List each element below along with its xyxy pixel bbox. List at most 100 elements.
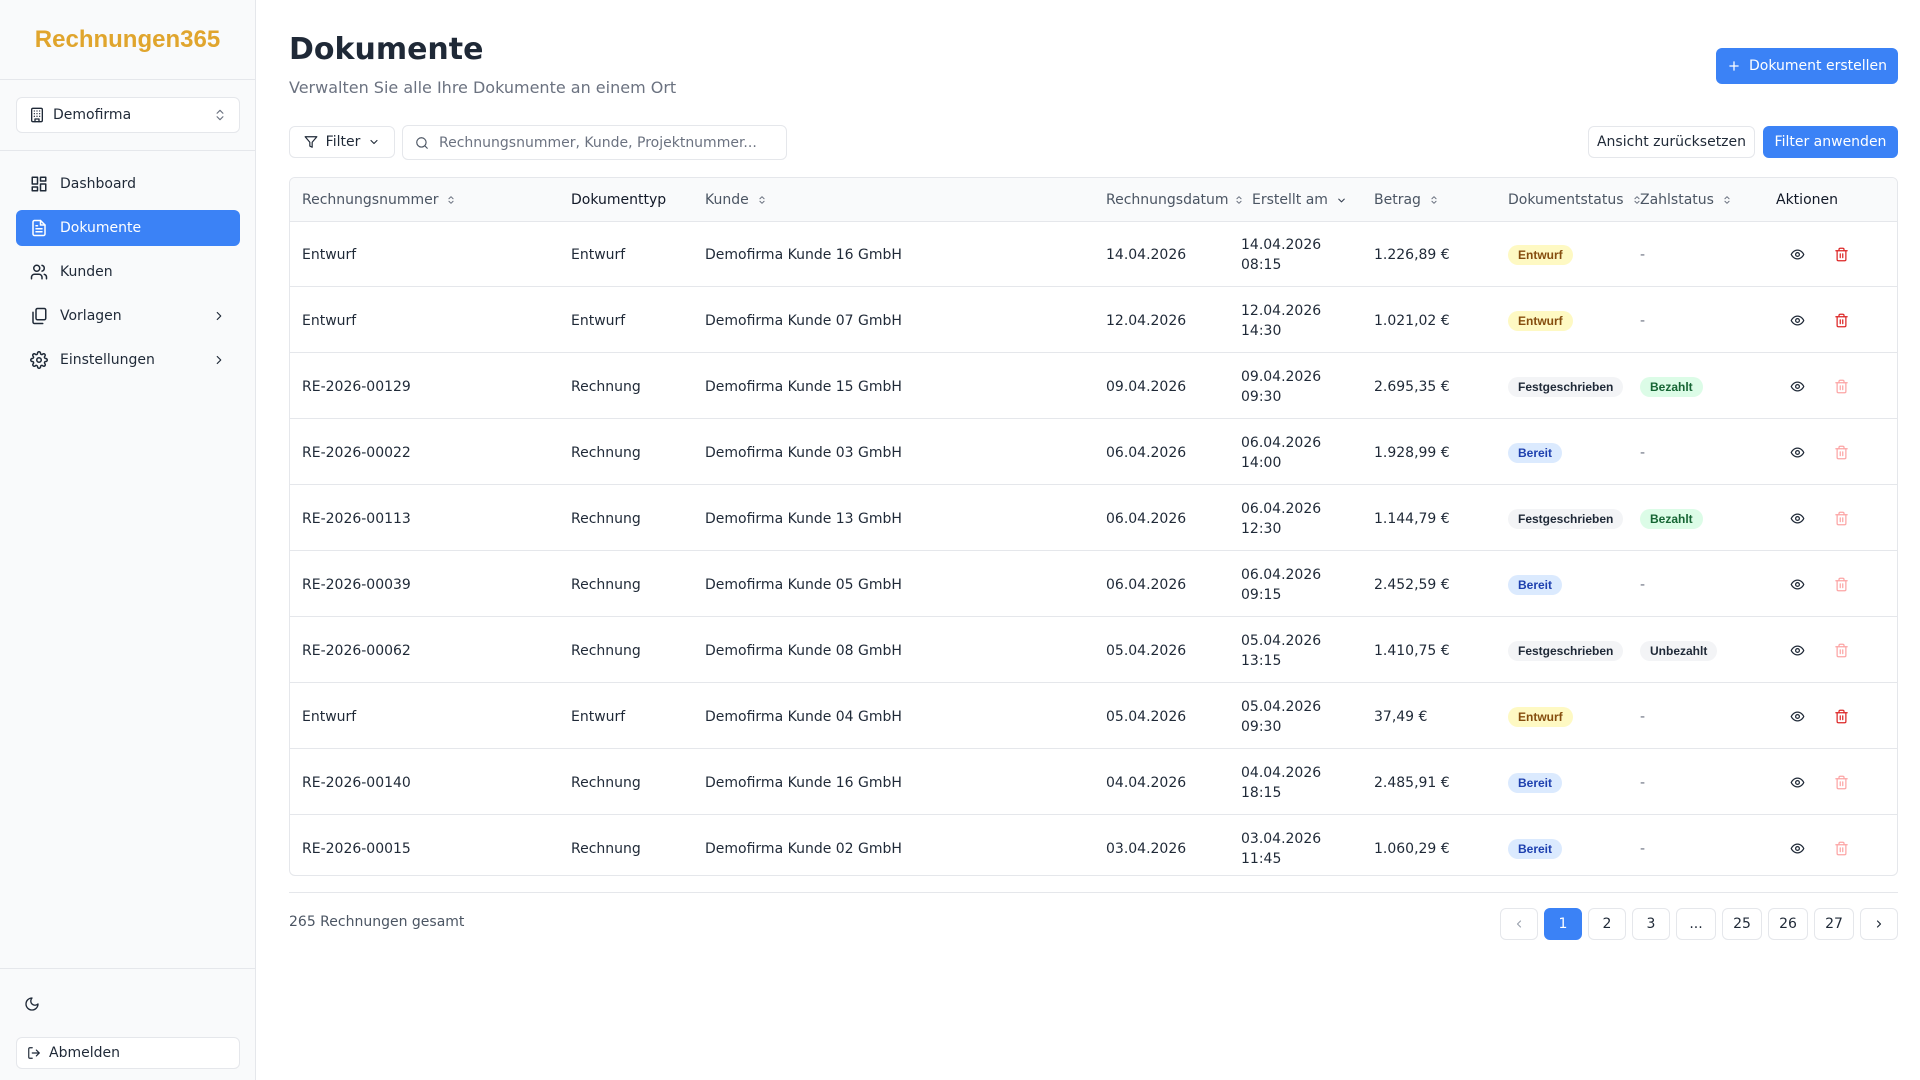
reset-view-button[interactable]: Ansicht zurücksetzen: [1588, 126, 1755, 158]
doc-status-badge: Bereit: [1508, 574, 1563, 595]
cell-number: Entwurf: [302, 312, 357, 329]
cell-amount: 1.144,79 €: [1374, 510, 1450, 527]
column-header-number[interactable]: Rechnungsnummer: [302, 178, 456, 222]
cell-created: 12.04.2026 14:30: [1241, 288, 1321, 353]
table-row[interactable]: RE-2026-00015 Rechnung Demofirma Kunde 02 …: [290, 816, 1897, 875]
column-header-created[interactable]: Erstellt am: [1234, 178, 1347, 222]
documents-table: Rechnungsnummer Dokumenttyp Kunde Rechnu…: [289, 177, 1898, 876]
page-title: Dokumente: [289, 32, 484, 67]
cell-type: Entwurf: [571, 312, 626, 329]
plus-icon: [1727, 59, 1741, 73]
created-date: 06.04.2026: [1241, 500, 1322, 517]
chevron-down-icon: [1336, 195, 1347, 206]
table-row[interactable]: RE-2026-00062 Rechnung Demofirma Kunde 08 …: [290, 618, 1897, 683]
table-row[interactable]: Entwurf Entwurf Demofirma Kunde 04 GmbH 05.…: [290, 684, 1897, 749]
eye-icon[interactable]: [1787, 442, 1807, 462]
pagination-page-1[interactable]: 1: [1544, 908, 1582, 940]
sidebar-item-dashboard[interactable]: Dashboard: [16, 166, 240, 202]
logout-button[interactable]: Abmelden: [16, 1037, 240, 1069]
pagination-page-25[interactable]: 25: [1722, 908, 1762, 940]
table-row[interactable]: RE-2026-00140 Rechnung Demofirma Kunde 16 …: [290, 750, 1897, 815]
cell-customer: Demofirma Kunde 04 GmbH: [705, 708, 902, 725]
column-header-label: Rechnungsnummer: [302, 192, 439, 208]
sort-icon: [446, 194, 456, 206]
eye-icon[interactable]: [1787, 244, 1807, 264]
users-icon: [30, 263, 48, 281]
pagination-next-button[interactable]: [1860, 908, 1898, 940]
column-header-doc-status[interactable]: Dokumentstatus: [1508, 178, 1642, 222]
cell-created: 03.04.2026 11:45: [1241, 816, 1321, 875]
cell-invoice-date: 04.04.2026: [1106, 774, 1187, 791]
sidebar-item-vorlagen[interactable]: Vorlagen: [16, 298, 240, 334]
chevron-right-icon: [1873, 918, 1885, 930]
column-header-pay-status[interactable]: Zahlstatus: [1640, 178, 1732, 222]
sidebar-item-einstellungen[interactable]: Einstellungen: [16, 342, 240, 378]
pay-status-empty: -: [1640, 774, 1646, 791]
eye-icon[interactable]: [1787, 574, 1807, 594]
pagination-page-3[interactable]: 3: [1632, 908, 1670, 940]
eye-icon[interactable]: [1787, 310, 1807, 330]
cell-amount: 1.928,99 €: [1374, 444, 1450, 461]
eye-icon[interactable]: [1787, 508, 1807, 528]
eye-icon[interactable]: [1787, 706, 1807, 726]
create-document-button[interactable]: Dokument erstellen: [1716, 48, 1898, 84]
pay-status-empty: -: [1640, 246, 1646, 263]
doc-status-badge: Entwurf: [1508, 310, 1573, 331]
cell-pay-status: -: [1640, 552, 1645, 617]
created-date: 06.04.2026: [1241, 566, 1322, 583]
cell-doc-status: Bereit: [1508, 552, 1563, 617]
column-header-customer[interactable]: Kunde: [705, 178, 767, 222]
brand-logo[interactable]: Rechnungen365: [0, 0, 255, 80]
cell-customer: Demofirma Kunde 07 GmbH: [705, 312, 902, 329]
pagination: 1 2 3... 25 26 27: [1500, 908, 1898, 940]
table-row[interactable]: Entwurf Entwurf Demofirma Kunde 16 GmbH 14.…: [290, 222, 1897, 287]
table-row[interactable]: RE-2026-00113 Rechnung Demofirma Kunde 13 …: [290, 486, 1897, 551]
gear-icon: [30, 351, 48, 369]
eye-icon[interactable]: [1787, 376, 1807, 396]
eye-icon[interactable]: [1787, 838, 1807, 858]
company-select[interactable]: Demofirma: [16, 97, 240, 133]
cell-type: Rechnung: [571, 378, 641, 395]
cell-number: RE-2026-00113: [302, 510, 411, 527]
trash-icon[interactable]: [1831, 244, 1851, 264]
search-input[interactable]: [439, 134, 774, 151]
column-header-amount[interactable]: Betrag: [1374, 178, 1439, 222]
cell-number: RE-2026-00140: [302, 774, 411, 791]
sidebar-divider: [0, 150, 256, 151]
apply-filter-button[interactable]: Filter anwenden: [1763, 126, 1898, 158]
table-row[interactable]: RE-2026-00039 Rechnung Demofirma Kunde 05 …: [290, 552, 1897, 617]
trash-icon[interactable]: [1831, 706, 1851, 726]
pagination-prev-button[interactable]: [1500, 908, 1538, 940]
table-row[interactable]: Entwurf Entwurf Demofirma Kunde 07 GmbH 12.…: [290, 288, 1897, 353]
trash-icon: [1831, 640, 1851, 660]
cell-type: Entwurf: [571, 246, 626, 263]
table-row[interactable]: RE-2026-00022 Rechnung Demofirma Kunde 03 …: [290, 420, 1897, 485]
cell-doc-status: Festgeschrieben: [1508, 618, 1624, 683]
chevrons-up-down-icon: [213, 108, 227, 122]
eye-icon[interactable]: [1787, 772, 1807, 792]
created-time: 12:30: [1241, 520, 1282, 537]
moon-icon[interactable]: [24, 996, 44, 1016]
trash-icon[interactable]: [1831, 310, 1851, 330]
cell-doc-status: Entwurf: [1508, 684, 1573, 749]
pay-status-empty: -: [1640, 312, 1646, 329]
created-time: 08:15: [1241, 256, 1282, 273]
sidebar-item-label: Dokumente: [60, 220, 142, 236]
logout-label: Abmelden: [49, 1045, 120, 1061]
sidebar-item-kunden[interactable]: Kunden: [16, 254, 240, 290]
cell-pay-status: Bezahlt: [1640, 354, 1703, 419]
doc-status-badge: Bereit: [1508, 442, 1563, 463]
cell-invoice-date: 06.04.2026: [1106, 510, 1187, 527]
cell-customer: Demofirma Kunde 13 GmbH: [705, 510, 902, 527]
column-header-invoice-date[interactable]: Rechnungsdatum: [1106, 178, 1229, 222]
sidebar-item-dokumente[interactable]: Dokumente: [16, 210, 240, 246]
table-row[interactable]: RE-2026-00129 Rechnung Demofirma Kunde 15 …: [290, 354, 1897, 419]
pagination-page-2[interactable]: 2: [1588, 908, 1626, 940]
filter-button[interactable]: Filter: [289, 126, 395, 158]
pagination-page-26[interactable]: 26: [1768, 908, 1808, 940]
sidebar-item-label: Einstellungen: [60, 352, 155, 368]
pagination-page-27[interactable]: 27: [1814, 908, 1854, 940]
cell-number: RE-2026-00129: [302, 378, 411, 395]
cell-type: Rechnung: [571, 642, 641, 659]
eye-icon[interactable]: [1787, 640, 1807, 660]
